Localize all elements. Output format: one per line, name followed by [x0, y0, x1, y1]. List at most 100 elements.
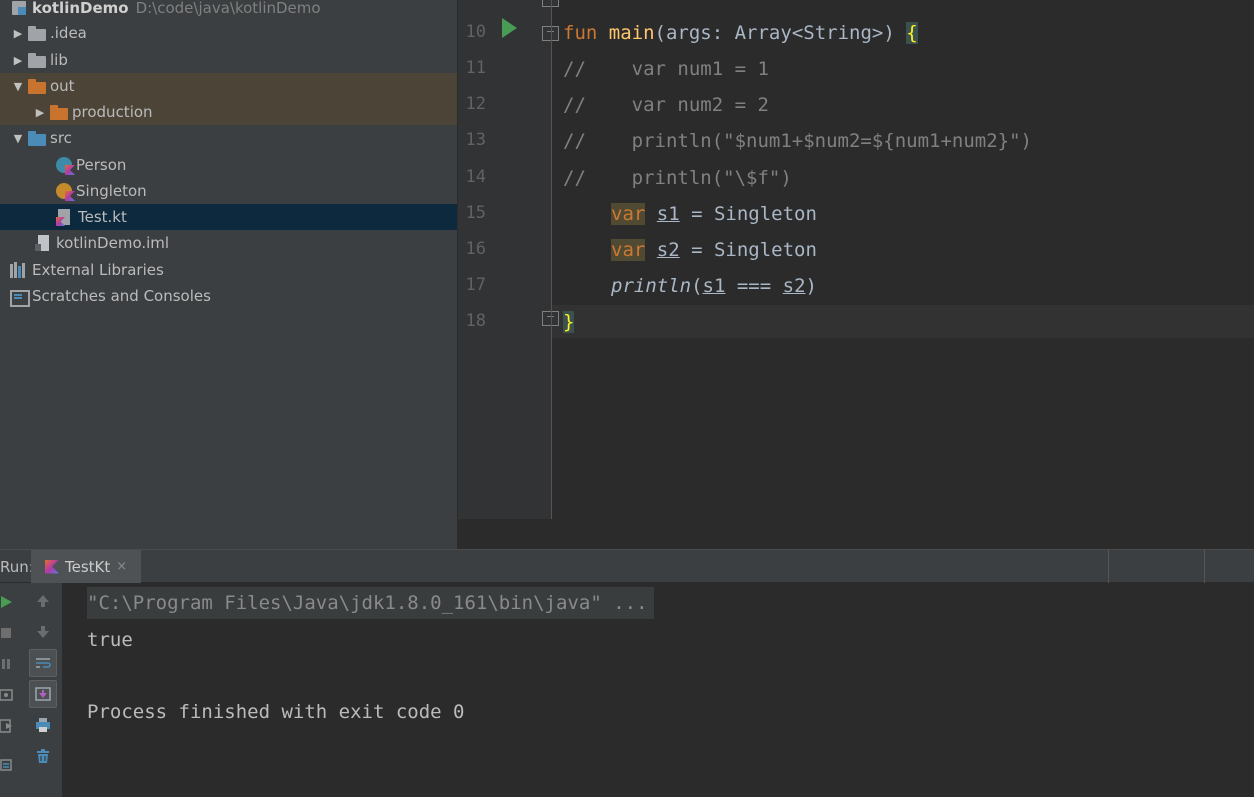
- function-name: main: [608, 22, 655, 44]
- tree-item-label: Person: [76, 156, 127, 174]
- folder-icon: [28, 52, 46, 68]
- root-name: kotlinDemo: [32, 0, 129, 17]
- toolbar-divider: [1108, 550, 1109, 583]
- trash-icon[interactable]: [29, 742, 57, 770]
- tree-item-label: production: [72, 103, 153, 121]
- open-brace: {: [906, 22, 918, 44]
- keyword-var: var: [611, 203, 646, 225]
- tree-item-src[interactable]: ▼ src: [0, 125, 457, 151]
- tree-item-label: Singleton: [76, 182, 147, 200]
- console-line: Process finished with exit code 0: [87, 701, 465, 723]
- stop-icon[interactable]: [0, 619, 20, 647]
- scratches-icon: [10, 288, 30, 307]
- rerun-icon[interactable]: [0, 588, 20, 616]
- run-tool-window-header: Run: TestKt ×: [0, 549, 1254, 583]
- tree-item-scratches[interactable]: Scratches and Consoles: [0, 283, 457, 309]
- settings-icon[interactable]: [0, 751, 20, 779]
- line-number: 11: [465, 58, 486, 78]
- tree-item-person[interactable]: Person: [0, 152, 457, 178]
- chevron-down-icon[interactable]: ▼: [12, 132, 24, 145]
- source-folder-icon: [28, 130, 46, 146]
- code-text: (args: Array<String>): [654, 22, 907, 44]
- tree-item-idea[interactable]: ▶ .idea: [0, 20, 457, 46]
- keyword-var: var: [611, 239, 646, 261]
- code-line-16[interactable]: var s2 = Singleton: [611, 237, 817, 263]
- exit-icon[interactable]: [0, 712, 20, 740]
- tree-item-out[interactable]: ▼ out: [0, 73, 457, 99]
- tree-item-label: .idea: [50, 24, 87, 42]
- root-path: D:\code\java\kotlinDemo: [135, 0, 321, 17]
- scroll-to-end-icon[interactable]: [29, 680, 57, 708]
- kotlin-object-icon: [56, 183, 75, 201]
- run-label: Run:: [0, 558, 34, 576]
- folder-icon: [50, 104, 68, 120]
- tree-item-external-libraries[interactable]: External Libraries: [0, 257, 457, 283]
- kotlin-class-icon: [56, 157, 75, 175]
- code-line-17[interactable]: println(s1 === s2): [611, 273, 817, 299]
- run-tab-testkt[interactable]: TestKt ×: [31, 550, 141, 583]
- tree-root-kotlindemo[interactable]: kotlinDemo D:\code\java\kotlinDemo: [0, 0, 457, 21]
- line-number: 14: [465, 167, 486, 187]
- code-line-14[interactable]: // println("\$f"): [563, 165, 792, 191]
- kotlin-icon: [45, 559, 59, 574]
- line-number: 18: [465, 311, 486, 331]
- dump-threads-icon[interactable]: [0, 681, 20, 709]
- code-editor[interactable]: 10 11 12 13 14 15 16 17 18 fun main(args…: [458, 0, 1254, 519]
- tree-item-lib[interactable]: ▶ lib: [0, 47, 457, 73]
- keyword-fun: fun: [563, 22, 598, 44]
- variable-s1: s1: [656, 203, 680, 225]
- iml-file-icon: [34, 235, 52, 251]
- code-text: = Singleton: [679, 239, 817, 261]
- variable-s2: s2: [782, 275, 806, 297]
- code-line-10[interactable]: fun main(args: Array<String>) {: [563, 20, 918, 46]
- code-text: ===: [725, 275, 783, 297]
- tree-item-label: kotlinDemo.iml: [56, 234, 170, 252]
- line-number: 10: [465, 22, 486, 42]
- arrow-up-icon[interactable]: [29, 587, 57, 615]
- code-line-11[interactable]: // var num1 = 1: [563, 56, 769, 82]
- line-number: 15: [465, 203, 486, 223]
- chevron-right-icon[interactable]: ▶: [12, 27, 24, 40]
- folder-icon: [28, 78, 46, 94]
- tree-item-label: Test.kt: [78, 208, 127, 226]
- function-println: println: [611, 275, 692, 297]
- tree-item-label: Scratches and Consoles: [32, 287, 211, 305]
- chevron-down-icon[interactable]: ▼: [12, 80, 24, 93]
- code-line-18[interactable]: }: [563, 309, 575, 335]
- line-number: 16: [465, 239, 486, 259]
- chevron-right-icon[interactable]: ▶: [34, 106, 46, 119]
- variable-s2: s2: [656, 239, 680, 261]
- run-gutter-icon[interactable]: [502, 18, 517, 38]
- code-line-12[interactable]: // var num2 = 2: [563, 92, 769, 118]
- soft-wrap-icon[interactable]: [29, 649, 57, 677]
- tree-item-test-kt[interactable]: Test.kt: [0, 204, 457, 230]
- folder-icon: [28, 25, 46, 41]
- line-number: 12: [465, 94, 486, 114]
- gutter-separator: [551, 0, 552, 519]
- close-brace: }: [563, 311, 575, 333]
- tree-item-label: lib: [50, 51, 68, 69]
- module-icon: [10, 0, 28, 16]
- close-icon[interactable]: ×: [116, 559, 127, 574]
- chevron-right-icon[interactable]: ▶: [12, 54, 24, 67]
- tree-item-label: src: [50, 129, 72, 147]
- library-icon: [10, 262, 28, 278]
- run-tab-label: TestKt: [65, 557, 111, 576]
- current-line-highlight: [552, 305, 1254, 338]
- console-command-line: "C:\Program Files\Java\jdk1.8.0_161\bin\…: [87, 587, 654, 619]
- code-line-15[interactable]: var s1 = Singleton: [611, 201, 817, 227]
- tree-item-production[interactable]: ▶ production: [0, 99, 457, 125]
- code-text: ): [805, 275, 817, 297]
- pause-icon[interactable]: [0, 650, 20, 678]
- tree-item-singleton[interactable]: Singleton: [0, 178, 457, 204]
- arrow-down-icon[interactable]: [29, 618, 57, 646]
- tree-item-kotlindemo-iml[interactable]: kotlinDemo.iml: [0, 230, 457, 256]
- code-text: (: [691, 275, 703, 297]
- tree-item-label: External Libraries: [32, 261, 164, 279]
- print-icon[interactable]: [29, 711, 57, 739]
- project-tool-window: kotlinDemo D:\code\java\kotlinDemo ▶ .id…: [0, 0, 457, 549]
- console-output[interactable]: "C:\Program Files\Java\jdk1.8.0_161\bin\…: [63, 583, 1254, 797]
- toolbar-divider: [1204, 550, 1205, 583]
- code-line-13[interactable]: // println("$num1+$num2=${num1+num2}"): [563, 128, 1032, 154]
- run-toolbar: [0, 583, 62, 797]
